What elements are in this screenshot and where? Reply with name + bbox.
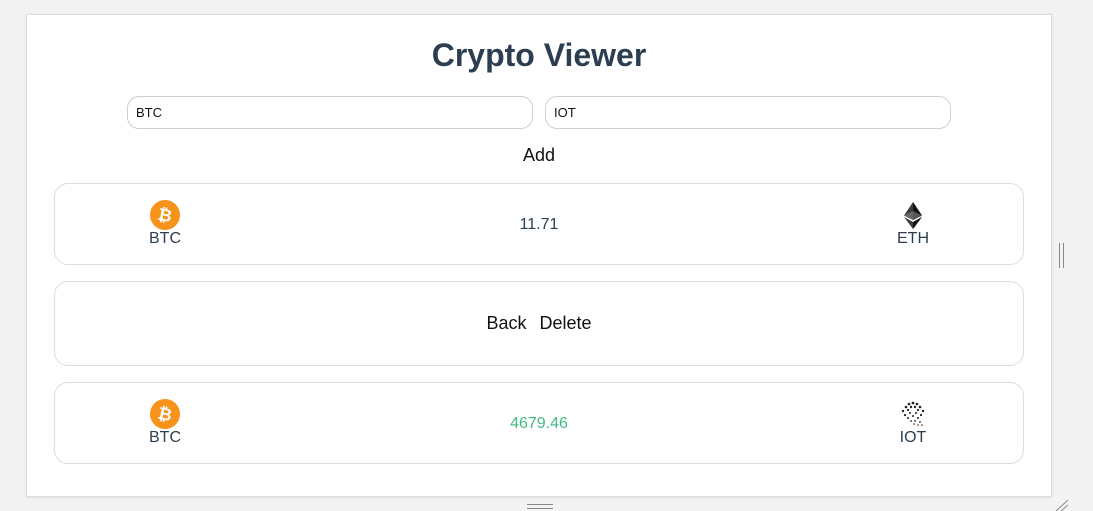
resize-grip-icon[interactable] [1054,499,1068,511]
from-currency-input[interactable] [127,96,533,129]
ethereum-icon [904,202,922,229]
to-coin: IOT [883,399,943,447]
exchange-rate: 11.71 [519,216,559,233]
pair-card[interactable]: ₿ BTC 4679.46 IOT [54,382,1024,464]
add-button[interactable]: Add [27,145,1051,166]
viewer-panel: Crypto Viewer Add ₿ BTC 11.71 ETH Ba [26,14,1052,497]
actions-row: Back Delete [55,313,1023,334]
page-title: Crypto Viewer [431,37,647,73]
to-symbol: IOT [899,429,927,446]
resize-handle-right[interactable] [1059,243,1064,268]
pair-card[interactable]: ₿ BTC 11.71 ETH [54,183,1024,265]
to-symbol: ETH [897,230,929,247]
back-button[interactable]: Back [486,313,526,333]
to-currency-input[interactable] [545,96,951,129]
to-coin: ETH [883,200,943,248]
delete-button[interactable]: Delete [540,313,592,333]
actions-card: Back Delete [54,281,1024,366]
exchange-rate: 4679.46 [510,415,568,432]
resize-handle-bottom[interactable] [527,504,553,509]
iota-icon [901,401,925,426]
